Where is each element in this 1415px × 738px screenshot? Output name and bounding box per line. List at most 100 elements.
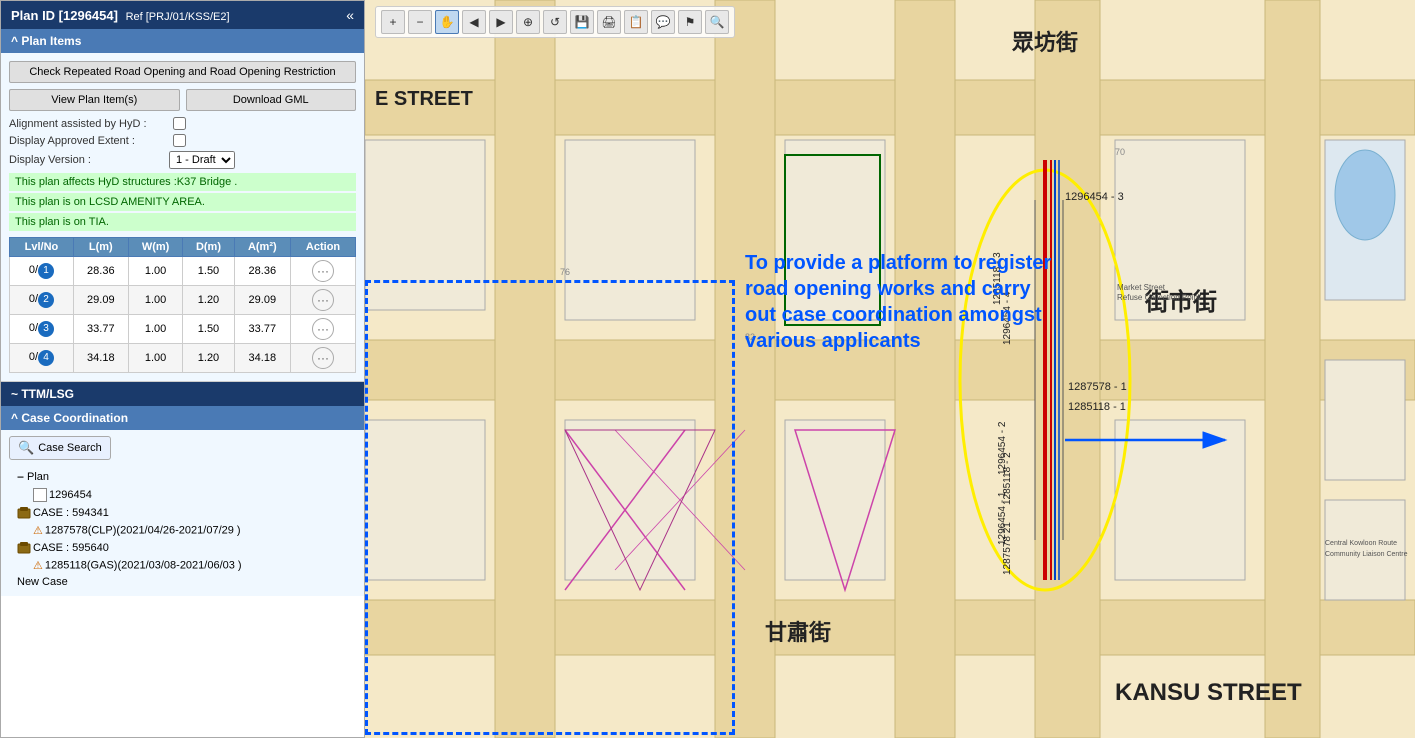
row-action-button-3[interactable]: ··· <box>312 318 334 340</box>
alignment-checkbox[interactable] <box>173 117 186 130</box>
zoom-out-button[interactable]: − <box>408 10 432 34</box>
cell-action: ··· <box>291 286 356 315</box>
col-w: W(m) <box>128 238 183 257</box>
case-coordination-content: 🔍 Case Search −Plan1296454CASE : 594341⚠… <box>1 430 364 596</box>
plan-items-label: ^ Plan Items <box>11 34 81 48</box>
case-coordination-label: ^ Case Coordination <box>11 411 128 425</box>
case-tree: −Plan1296454CASE : 594341⚠1287578(CLP)(2… <box>9 468 356 590</box>
svg-text:82: 82 <box>745 332 755 342</box>
cell-lvlno: 0/1 <box>10 257 74 286</box>
display-version-select[interactable]: 1 - Draft <box>169 151 235 169</box>
view-plan-items-button[interactable]: View Plan Item(s) <box>9 89 180 111</box>
tree-text: CASE : 594341 <box>33 507 109 519</box>
cell-lvlno: 0/2 <box>10 286 74 315</box>
cell-a: 28.36 <box>234 257 291 286</box>
svg-text:70: 70 <box>1115 147 1125 157</box>
left-panel: Plan ID [1296454] Ref [PRJ/01/KSS/E2] « … <box>0 0 365 738</box>
ttm-lsg-label: ~ TTM/LSG <box>11 387 74 401</box>
tree-item: New Case <box>9 574 356 590</box>
ttm-lsg-section[interactable]: ~ TTM/LSG <box>1 382 364 406</box>
cell-w: 1.00 <box>128 286 183 315</box>
display-version-label: Display Version : <box>9 154 169 166</box>
copy-button[interactable]: 📋 <box>624 10 648 34</box>
cell-lvlno: 0/4 <box>10 344 74 373</box>
info-line-3: This plan is on TIA. <box>9 213 356 231</box>
plan-items-section-header[interactable]: ^ Plan Items <box>1 29 364 53</box>
display-version-field: Display Version : 1 - Draft <box>9 151 356 169</box>
cell-l: 34.18 <box>73 344 128 373</box>
svg-text:KANSU STREET: KANSU STREET <box>1115 679 1302 706</box>
display-approved-checkbox[interactable] <box>173 134 186 147</box>
svg-text:1285118 - 1: 1285118 - 1 <box>1068 401 1126 413</box>
map-svg: 1296454 - 3 1285118 - 3 1296454 - 4 1287… <box>365 0 1415 738</box>
tree-item: CASE : 595640 <box>9 539 356 557</box>
svg-text:1296454 - 4: 1296454 - 4 <box>1002 291 1013 345</box>
row-action-button-2[interactable]: ··· <box>312 289 334 311</box>
col-l: L(m) <box>73 238 128 257</box>
row-action-button-1[interactable]: ··· <box>312 260 334 282</box>
search-map-button[interactable]: 🔍 <box>705 10 729 34</box>
search-icon: 🔍 <box>18 440 34 456</box>
svg-text:Market Street: Market Street <box>1117 283 1166 292</box>
table-row: 0/1 28.36 1.00 1.50 28.36 ··· <box>10 257 356 286</box>
download-gml-button[interactable]: Download GML <box>186 89 357 111</box>
alignment-field: Alignment assisted by HyD : <box>9 117 356 130</box>
cell-d: 1.20 <box>183 286 234 315</box>
display-approved-label: Display Approved Extent : <box>9 135 169 147</box>
tree-text: 1285118(GAS)(2021/03/08-2021/06/03 ) <box>45 559 242 571</box>
col-d: D(m) <box>183 238 234 257</box>
tree-text: 1287578(CLP)(2021/04/26-2021/07/29 ) <box>45 524 241 536</box>
map-area[interactable]: + − ✋ ◀ ▶ ⊕ ↺ 💾 🖨 📋 💬 ⚑ 🔍 <box>365 0 1415 738</box>
refresh-button[interactable]: ↺ <box>543 10 567 34</box>
cell-d: 1.50 <box>183 315 234 344</box>
cell-d: 1.20 <box>183 344 234 373</box>
cell-a: 29.09 <box>234 286 291 315</box>
comment-button[interactable]: 💬 <box>651 10 675 34</box>
flag-button[interactable]: ⚑ <box>678 10 702 34</box>
plan-ref: Ref [PRJ/01/KSS/E2] <box>126 11 230 23</box>
case-search-label: Case Search <box>38 442 102 454</box>
svg-text:1287578 21: 1287578 21 <box>1002 522 1013 575</box>
panel-header: Plan ID [1296454] Ref [PRJ/01/KSS/E2] « <box>1 1 364 29</box>
col-lvlno: Lvl/No <box>10 238 74 257</box>
tree-item: ⚠1287578(CLP)(2021/04/26-2021/07/29 ) <box>9 522 356 539</box>
save-button[interactable]: 💾 <box>570 10 594 34</box>
col-a: A(m²) <box>234 238 291 257</box>
svg-text:眾坊街: 眾坊街 <box>1011 30 1078 55</box>
row-action-button-4[interactable]: ··· <box>312 347 334 369</box>
plan-items-content: Check Repeated Road Opening and Road Ope… <box>1 53 364 382</box>
svg-text:Central Kowloon Route: Central Kowloon Route <box>1325 540 1397 547</box>
table-row: 0/4 34.18 1.00 1.20 34.18 ··· <box>10 344 356 373</box>
cell-l: 28.36 <box>73 257 128 286</box>
table-row: 0/2 29.09 1.00 1.20 29.09 ··· <box>10 286 356 315</box>
svg-text:1287578 - 1: 1287578 - 1 <box>1068 381 1127 393</box>
info-line-2: This plan is on LCSD AMENITY AREA. <box>9 193 356 211</box>
svg-text:Community Liaison Centre: Community Liaison Centre <box>1325 551 1408 558</box>
svg-text:1296454 - 3: 1296454 - 3 <box>1065 191 1124 203</box>
cell-a: 34.18 <box>234 344 291 373</box>
tree-item: ⚠1285118(GAS)(2021/03/08-2021/06/03 ) <box>9 557 356 574</box>
case-coordination-header[interactable]: ^ Case Coordination <box>1 406 364 430</box>
pan-button[interactable]: ✋ <box>435 10 459 34</box>
collapse-panel-button[interactable]: « <box>346 7 354 23</box>
table-row: 0/3 33.77 1.00 1.50 33.77 ··· <box>10 315 356 344</box>
zoom-in-button[interactable]: + <box>381 10 405 34</box>
cell-w: 1.00 <box>128 344 183 373</box>
view-download-row: View Plan Item(s) Download GML <box>9 89 356 111</box>
check-road-opening-button[interactable]: Check Repeated Road Opening and Road Ope… <box>9 61 356 83</box>
tree-item: CASE : 594341 <box>9 504 356 522</box>
cell-action: ··· <box>291 315 356 344</box>
print-button[interactable]: 🖨 <box>597 10 621 34</box>
forward-button[interactable]: ▶ <box>489 10 513 34</box>
select-button[interactable]: ⊕ <box>516 10 540 34</box>
tree-item: −Plan <box>9 468 356 486</box>
cell-d: 1.50 <box>183 257 234 286</box>
plan-id: Plan ID [1296454] <box>11 8 118 23</box>
case-search-button[interactable]: 🔍 Case Search <box>9 436 111 460</box>
cell-action: ··· <box>291 257 356 286</box>
tree-text: New Case <box>17 576 68 588</box>
alignment-label: Alignment assisted by HyD : <box>9 118 169 130</box>
back-button[interactable]: ◀ <box>462 10 486 34</box>
cell-lvlno: 0/3 <box>10 315 74 344</box>
tree-text: Plan <box>27 471 49 483</box>
